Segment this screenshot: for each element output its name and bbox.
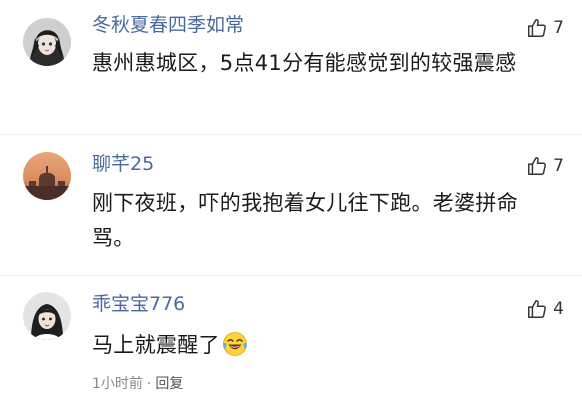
thumbs-up-icon (528, 157, 547, 175)
comment-text: 惠州惠城区，5点41分有能感觉到的较强震感 (92, 51, 517, 75)
comment-text: 马上就震醒了 (92, 333, 220, 357)
anime-portrait-icon (23, 18, 71, 66)
username[interactable]: 聊芊25 (92, 152, 154, 176)
username[interactable]: 乖宝宝776 (92, 292, 185, 316)
thumbs-up-icon (528, 300, 547, 318)
like-button[interactable]: 7 (526, 154, 564, 178)
like-button[interactable]: 7 (526, 16, 564, 40)
like-count: 7 (553, 18, 564, 38)
avatar[interactable] (23, 18, 71, 66)
like-count: 4 (553, 299, 564, 319)
like-button[interactable]: 4 (526, 297, 564, 321)
laughing-crying-emoji-icon (222, 331, 248, 368)
meta-separator: · (146, 376, 152, 392)
comment-meta: 1小时前 · 回复 (92, 374, 183, 394)
divider (0, 275, 582, 276)
reply-button[interactable]: 回复 (155, 374, 183, 394)
comment-text-row: 马上就震醒了 (92, 328, 547, 368)
thumbs-up-icon (528, 19, 547, 37)
timestamp: 1小时前 (92, 376, 143, 392)
girl-portrait-icon (23, 292, 71, 340)
divider (0, 134, 582, 135)
avatar[interactable] (23, 152, 71, 200)
like-count: 7 (553, 156, 564, 176)
sunset-cathedral-icon (23, 152, 71, 200)
username[interactable]: 冬秋夏春四季如常 (92, 13, 244, 37)
comment-text: 刚下夜班，吓的我抱着女儿往下跑。老婆拼命骂。 (92, 191, 518, 250)
avatar[interactable] (23, 292, 71, 340)
